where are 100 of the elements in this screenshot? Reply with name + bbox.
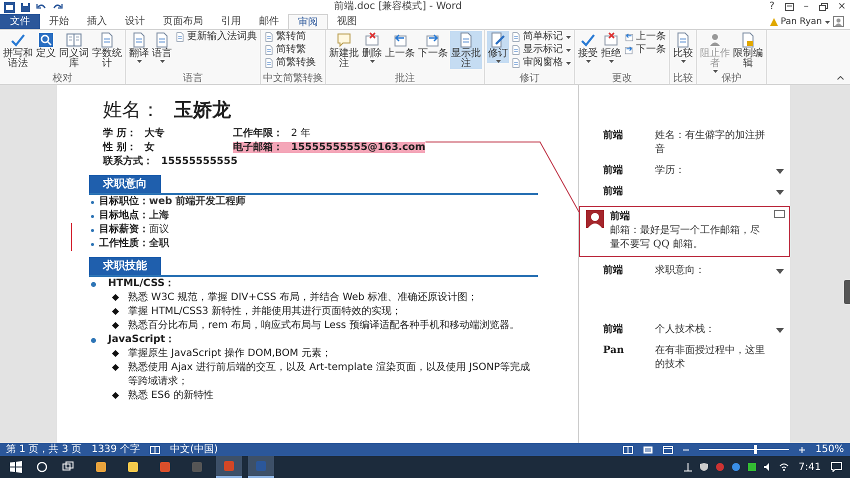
skill-item: 熟悉使用 Ajax 进行前后端的交互，以及 Art-template 渲染页面，以及使用 JSONP等完成等跨域请求； xyxy=(128,361,531,389)
ribbon-button[interactable]: 删除 xyxy=(361,31,383,63)
bullet-icon xyxy=(91,338,96,342)
notification-icon[interactable] xyxy=(831,462,842,472)
print-layout-icon[interactable] xyxy=(643,446,654,454)
bullet-icon xyxy=(91,214,94,218)
comment-author: 前端 xyxy=(603,164,624,178)
word-count[interactable]: 1339 个字 xyxy=(91,443,140,456)
ribbon-button[interactable]: 上一条 xyxy=(623,31,667,43)
file-tab[interactable]: 文件 xyxy=(0,14,40,29)
document-icon xyxy=(264,58,274,68)
group-label: 中文简繁转换 xyxy=(263,73,323,84)
caret-icon xyxy=(825,20,830,24)
pencil-icon xyxy=(490,32,506,48)
restore-icon[interactable] xyxy=(818,3,828,11)
ribbon-button[interactable]: 显示批注 xyxy=(450,31,482,69)
field-value: 大专 xyxy=(144,128,164,139)
zoom-level[interactable]: 150% xyxy=(815,443,844,456)
ribbon-button[interactable]: 语言 xyxy=(151,31,173,63)
book-icon[interactable] xyxy=(150,446,160,454)
warning-icon xyxy=(770,18,778,26)
circle-icon[interactable] xyxy=(730,462,741,472)
group-label: 校对 xyxy=(52,73,74,84)
wifi-icon[interactable] xyxy=(778,462,789,472)
check-icon xyxy=(10,32,26,48)
section-title: 求职意向 xyxy=(89,175,161,193)
dropdown-icon[interactable] xyxy=(776,269,784,274)
help-button[interactable]: ? xyxy=(769,1,775,13)
ribbon-button[interactable]: 审阅窗格 xyxy=(510,57,572,69)
ribbon-tab[interactable]: 邮件 xyxy=(250,14,288,29)
taskbar-app[interactable] xyxy=(248,456,274,478)
ribbon-button[interactable]: 修订 xyxy=(487,31,509,63)
collapse-icon[interactable] xyxy=(837,76,844,80)
ribbon-tab[interactable]: 视图 xyxy=(328,14,366,29)
ribbon-tab[interactable]: 审阅 xyxy=(288,14,328,29)
ribbon-button[interactable]: 新建批注 xyxy=(328,31,360,69)
read-mode-icon[interactable] xyxy=(623,446,634,454)
ribbon-button[interactable]: 拒绝 xyxy=(600,31,622,63)
ribbon-button[interactable]: 简繁转换 xyxy=(263,57,317,69)
web-layout-icon[interactable] xyxy=(663,446,674,454)
page-count[interactable]: 第 1 页，共 3 页 xyxy=(6,443,82,456)
ribbon-tab[interactable]: 插入 xyxy=(78,14,116,29)
ribbon-button[interactable]: 拼写和语法 xyxy=(2,31,34,69)
ribbon-button[interactable]: 下一条 xyxy=(623,44,667,56)
square-icon[interactable] xyxy=(746,462,757,472)
comment-card[interactable]: 前端 邮箱：最好是写一个工作邮箱，尽量不要写 QQ 邮箱。 xyxy=(579,206,790,257)
ribbon-button[interactable]: 简单标记 xyxy=(510,31,572,43)
dropdown-icon[interactable] xyxy=(776,190,784,195)
ribbon-display-icon[interactable] xyxy=(784,3,794,11)
search-icon[interactable] xyxy=(36,461,48,473)
clock[interactable]: 7:41 xyxy=(798,462,821,472)
skill-item: 掌握 HTML/CSS3 新特性，并能使用其进行页面特效的实现； xyxy=(128,305,402,319)
app-icon xyxy=(223,460,235,472)
taskbar-app[interactable] xyxy=(216,456,242,478)
ribbon-button[interactable]: 翻译 xyxy=(128,31,150,63)
ribbon-button[interactable]: 下一条 xyxy=(417,31,449,59)
zoom-in-icon[interactable] xyxy=(799,446,806,452)
ribbon-button[interactable]: 显示标记 xyxy=(510,44,572,56)
ribbon-button[interactable]: 同义词库 xyxy=(58,31,90,69)
comment-author: Pan xyxy=(603,344,626,358)
ribbon-tab[interactable]: 设计 xyxy=(116,14,154,29)
ribbon-tab[interactable]: 引用 xyxy=(212,14,250,29)
arrow-right-icon xyxy=(624,45,634,55)
ribbon-button[interactable]: 简转繁 xyxy=(263,44,317,56)
field-label: 学 历： xyxy=(103,128,136,139)
ribbon-button[interactable]: 更新输入法词典 xyxy=(174,31,258,43)
ribbon-button[interactable]: 上一条 xyxy=(384,31,416,59)
search-icon xyxy=(38,32,54,48)
ribbon-button[interactable]: 繁转简 xyxy=(263,31,317,43)
slider-thumb[interactable] xyxy=(754,445,758,454)
close-button[interactable]: × xyxy=(838,1,846,13)
network-icon[interactable] xyxy=(682,462,693,472)
ribbon-tab[interactable]: 开始 xyxy=(40,14,78,29)
reply-icon[interactable] xyxy=(774,210,785,219)
field-value: 15555555555@163.com xyxy=(291,142,426,153)
app-icon[interactable] xyxy=(4,2,15,12)
ribbon-button[interactable]: 比较 xyxy=(672,31,694,63)
item-label: 目标薪资： xyxy=(99,223,149,237)
comment-author: 前端 xyxy=(603,185,624,199)
zoom-out-icon[interactable] xyxy=(683,446,690,452)
ribbon-tab[interactable]: 页面布局 xyxy=(154,14,212,29)
group-label: 保护 xyxy=(720,73,742,84)
user-name[interactable]: Pan Ryan xyxy=(780,16,822,26)
dropdown-icon[interactable] xyxy=(776,169,784,174)
start-icon[interactable] xyxy=(10,461,22,473)
dropdown-icon[interactable] xyxy=(776,328,784,333)
ribbon-button[interactable]: 定义 xyxy=(35,31,57,59)
minimize-button[interactable]: – xyxy=(804,1,809,13)
task-view-icon[interactable] xyxy=(62,461,74,473)
save-icon[interactable] xyxy=(20,2,31,12)
document-icon xyxy=(175,32,185,42)
comment-text: 个人技术栈： xyxy=(655,324,715,335)
side-handle[interactable] xyxy=(844,280,850,304)
circle-icon[interactable] xyxy=(714,462,725,472)
ribbon-button[interactable]: 字数统计 xyxy=(91,31,123,69)
ribbon-button[interactable]: 限制编辑 xyxy=(732,31,764,69)
language-indicator[interactable]: 中文(中国) xyxy=(170,443,218,456)
ribbon-button[interactable]: 接受 xyxy=(577,31,599,63)
comment-text: 邮箱：最好是写一个工作邮箱，尽量不要写 QQ 邮箱。 xyxy=(610,224,761,252)
shield-icon[interactable] xyxy=(698,462,709,472)
